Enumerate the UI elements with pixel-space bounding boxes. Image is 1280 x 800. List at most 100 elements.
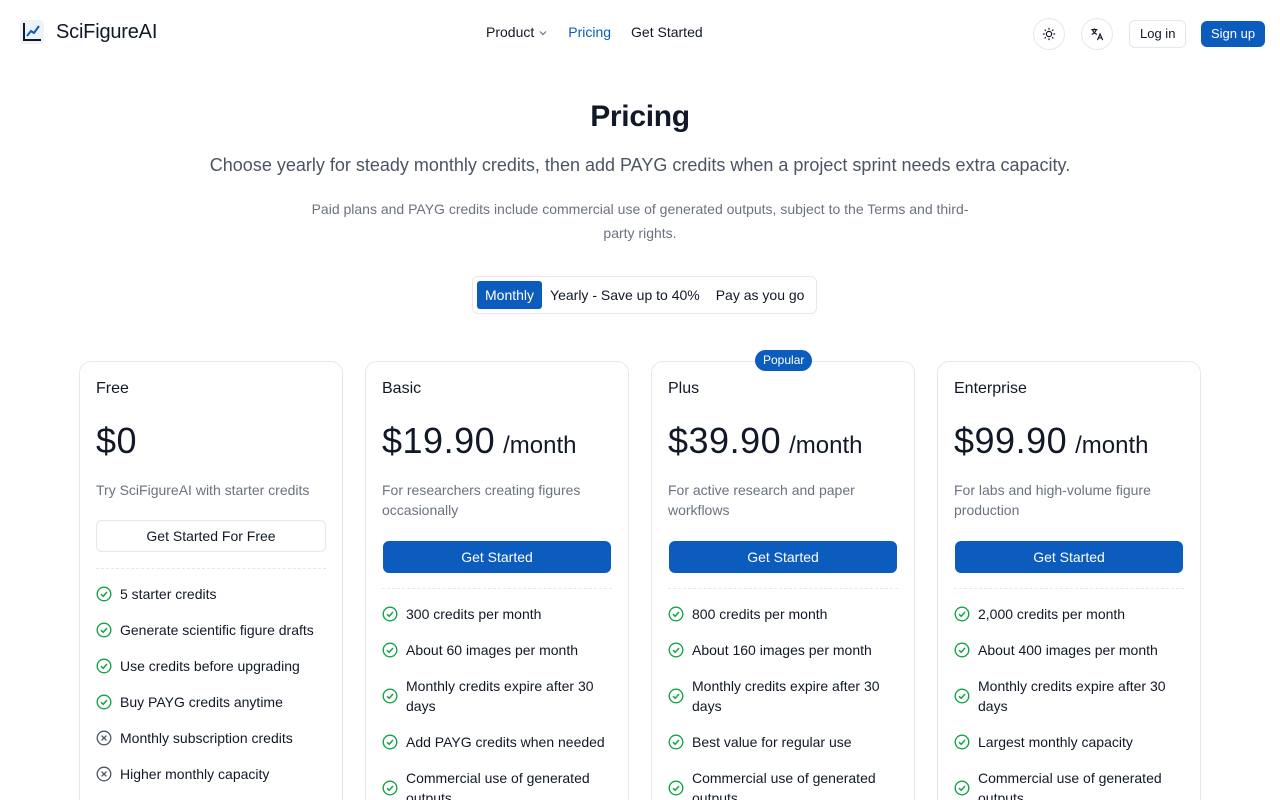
feature-item: About 400 images per month	[954, 640, 1194, 660]
commercial-use-note: Paid plans and PAYG credits include comm…	[311, 201, 969, 241]
plan-card-basic: Basic $19.90/month For researchers creatin…	[365, 361, 629, 800]
nav-pricing[interactable]: Pricing	[568, 24, 611, 40]
feature-item: Commercial use of generated outputs	[382, 768, 622, 800]
feature-item: 300 credits per month	[382, 604, 622, 624]
feature-item: Monthly subscription credits	[96, 728, 336, 748]
feature-item: Monthly credits expire after 30 days	[382, 676, 622, 716]
check-circle-icon	[954, 734, 970, 750]
billing-period-toggle: Monthly Yearly - Save up to 40% Pay as y…	[472, 276, 818, 314]
feature-item: Monthly credits expire after 30 days	[668, 676, 908, 716]
check-circle-icon	[96, 622, 112, 638]
plan-description: For labs and high-volume figure producti…	[954, 482, 1151, 518]
brand-name: SciFigureAI	[56, 20, 158, 43]
feature-item: 5 starter credits	[96, 584, 336, 604]
feature-list: 300 credits per month About 60 images per…	[382, 604, 622, 800]
plan-period: /month	[789, 432, 863, 459]
nav-product[interactable]: Product	[486, 24, 548, 40]
feature-text: Add PAYG credits when needed	[406, 734, 605, 750]
plan-name: Plus	[668, 380, 700, 397]
feature-text: Best value for regular use	[692, 734, 852, 750]
feature-text: About 400 images per month	[978, 642, 1158, 658]
check-circle-icon	[668, 780, 684, 796]
card-divider	[954, 588, 1184, 589]
feature-item: Higher monthly capacity	[96, 764, 336, 784]
feature-text: Monthly credits expire after 30 days	[978, 678, 1166, 714]
plan-card-free: Free $0 Try SciFigureAI with starter credi…	[79, 361, 343, 800]
main-nav: Product Pricing Get Started	[486, 24, 703, 40]
chevron-down-icon	[539, 31, 547, 36]
feature-item: Best value for regular use	[668, 732, 908, 752]
popular-badge: Popular	[755, 350, 813, 371]
plan-cta-button[interactable]: Get Started For Free	[96, 520, 326, 552]
feature-item: 800 credits per month	[668, 604, 908, 624]
feature-text: 800 credits per month	[692, 606, 828, 622]
check-circle-icon	[96, 658, 112, 674]
plan-price: $19.90	[382, 420, 496, 461]
feature-item: Commercial use of generated outputs	[668, 768, 908, 800]
card-divider	[96, 568, 326, 569]
plan-name: Basic	[382, 380, 422, 397]
feature-text: Commercial use of generated outputs	[692, 770, 876, 800]
feature-text: Commercial use of generated outputs	[406, 770, 590, 800]
plan-card-plus: Popular Plus $39.90/month For active resear…	[651, 350, 915, 800]
chart-logo-icon	[20, 20, 44, 44]
plan-name: Free	[96, 380, 129, 397]
card-divider	[668, 588, 898, 589]
check-circle-icon	[382, 734, 398, 750]
translate-icon	[1091, 28, 1104, 41]
price-row: $99.90/month	[954, 420, 1148, 462]
check-circle-icon	[382, 642, 398, 658]
feature-list: 5 starter credits Generate scientific fig…	[96, 584, 336, 800]
plan-period: /month	[503, 432, 577, 459]
check-circle-icon	[954, 780, 970, 796]
feature-text: Monthly credits expire after 30 days	[692, 678, 880, 714]
page-title: Pricing	[590, 100, 690, 133]
feature-item: Largest monthly capacity	[954, 732, 1194, 752]
feature-text: Generate scientific figure drafts	[120, 622, 314, 638]
check-circle-icon	[668, 642, 684, 658]
plan-cta-button[interactable]: Get Started	[669, 541, 897, 573]
feature-text: Commercial use of generated outputs	[978, 770, 1162, 800]
check-circle-icon	[954, 642, 970, 658]
price-row: $19.90/month	[382, 420, 576, 462]
signup-button[interactable]: Sign up	[1201, 21, 1266, 47]
language-button[interactable]	[1081, 18, 1113, 50]
price-row: $0	[96, 420, 137, 462]
check-circle-icon	[954, 606, 970, 622]
check-circle-icon	[382, 606, 398, 622]
nav-product-label: Product	[486, 24, 535, 40]
feature-item: Buy PAYG credits anytime	[96, 692, 336, 712]
check-circle-icon	[382, 780, 398, 796]
theme-toggle-button[interactable]	[1033, 18, 1065, 50]
plan-cta-button[interactable]: Get Started	[955, 541, 1183, 573]
feature-text: 5 starter credits	[120, 586, 217, 602]
plan-card-enterprise: Enterprise $99.90/month For labs and high-…	[937, 361, 1201, 800]
check-circle-icon	[668, 688, 684, 704]
check-circle-icon	[668, 606, 684, 622]
check-circle-icon	[668, 734, 684, 750]
plan-cta-button[interactable]: Get Started	[383, 541, 611, 573]
feature-item: Monthly credits expire after 30 days	[954, 676, 1194, 716]
feature-item: Use credits before upgrading	[96, 656, 336, 676]
nav-get-started[interactable]: Get Started	[631, 24, 703, 40]
plan-price: $39.90	[668, 420, 782, 461]
toggle-monthly[interactable]: Monthly	[477, 281, 543, 309]
plan-description: Try SciFigureAI with starter credits	[96, 482, 310, 498]
login-button[interactable]: Log in	[1129, 20, 1187, 48]
feature-text: 300 credits per month	[406, 606, 542, 622]
toggle-pay-as-you-go[interactable]: Pay as you go	[708, 281, 813, 309]
check-circle-icon	[96, 694, 112, 710]
price-row: $39.90/month	[668, 420, 862, 462]
logo[interactable]: SciFigureAI	[20, 20, 157, 44]
page-subtitle: Choose yearly for steady monthly credits…	[209, 155, 1071, 175]
feature-item: Add PAYG credits when needed	[382, 732, 622, 752]
check-circle-icon	[382, 688, 398, 704]
feature-text: Monthly credits expire after 30 days	[406, 678, 594, 714]
toggle-yearly[interactable]: Yearly - Save up to 40%	[542, 281, 708, 309]
x-circle-icon	[96, 766, 112, 782]
feature-list: 2,000 credits per month About 400 images …	[954, 604, 1194, 800]
plan-period: /month	[1075, 432, 1149, 459]
feature-text: Monthly subscription credits	[120, 730, 293, 746]
feature-item: 2,000 credits per month	[954, 604, 1194, 624]
card-divider	[382, 588, 612, 589]
